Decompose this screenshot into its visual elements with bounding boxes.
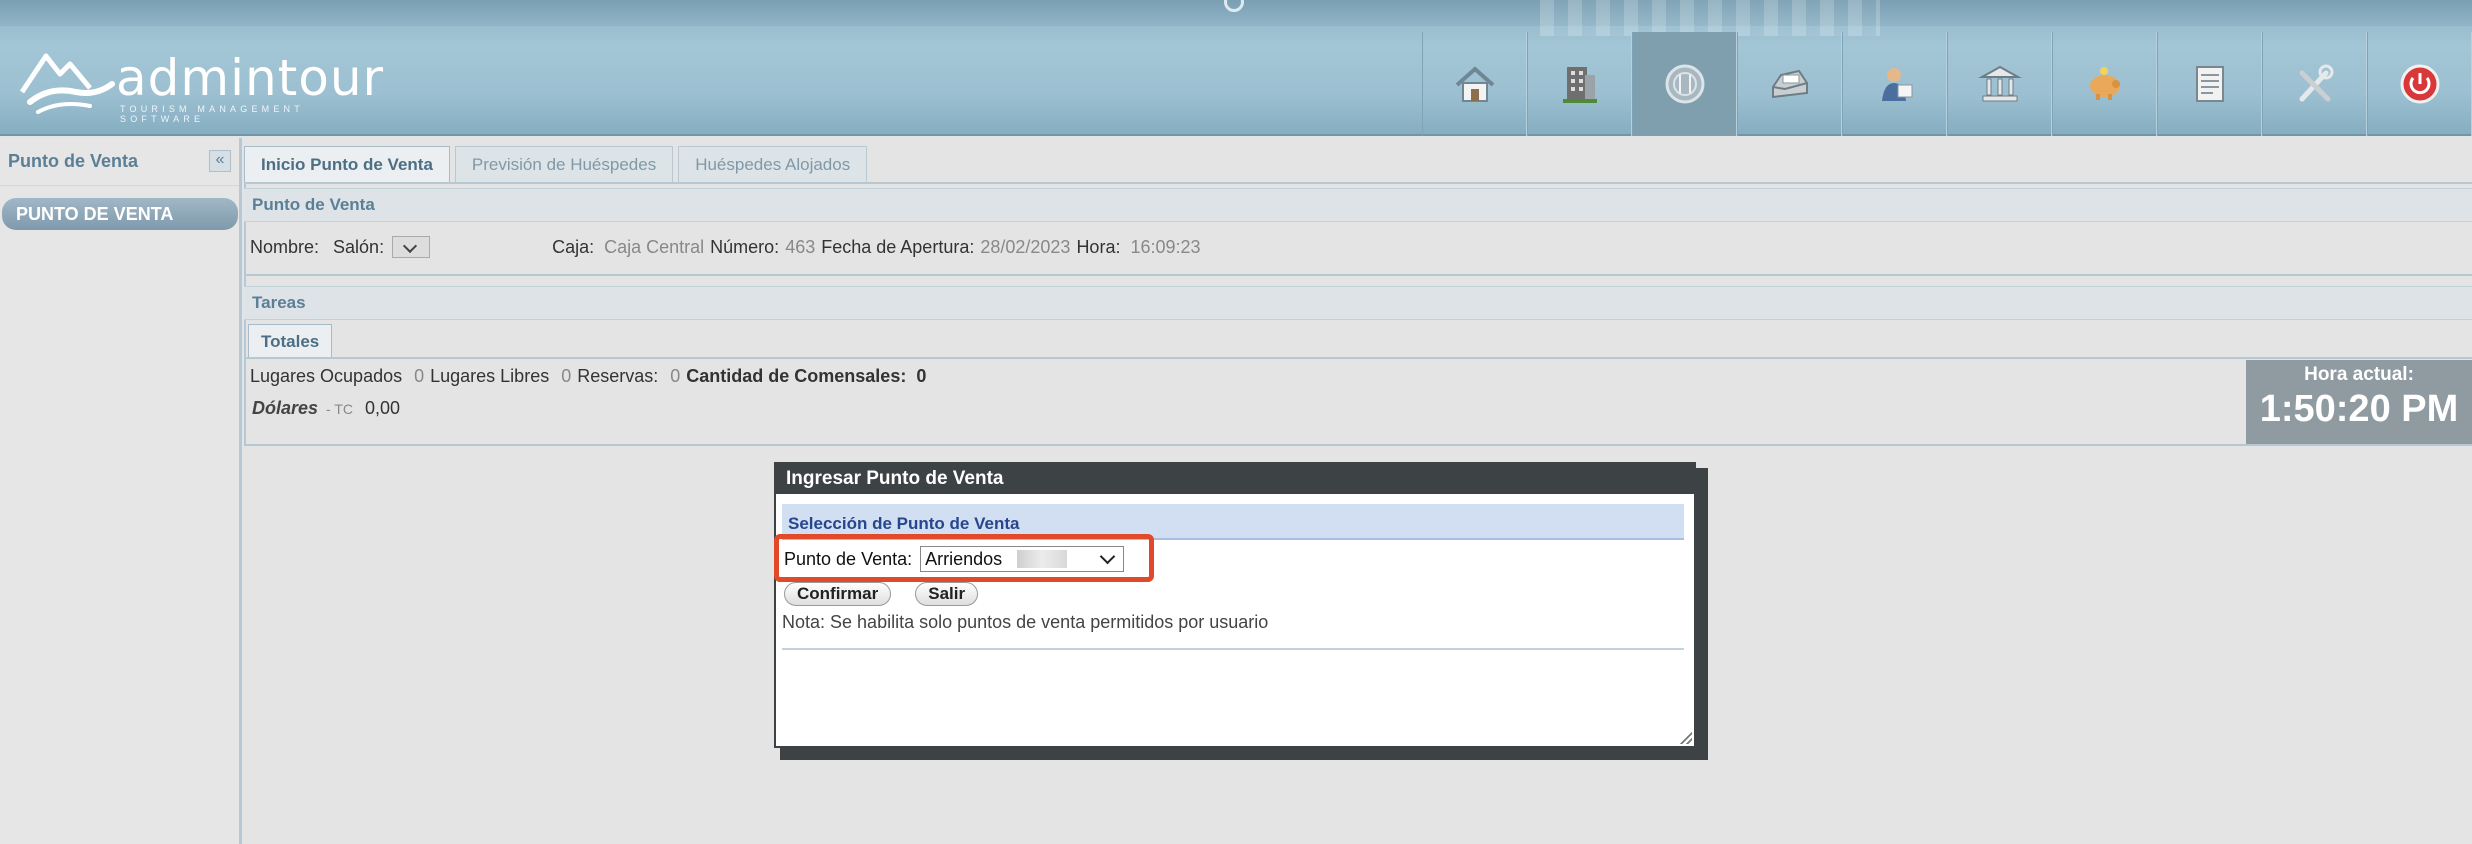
redacted-text	[1017, 550, 1068, 568]
sidebar: Punto de Venta « PUNTO DE VENTA	[0, 138, 242, 844]
bank-icon	[1977, 65, 2022, 102]
hora-value: 16:09:23	[1130, 236, 1201, 257]
logo-text: admintour	[116, 49, 385, 107]
mountain-logo-icon	[20, 53, 115, 114]
punto-venta-field-label: Punto de Venta:	[784, 548, 913, 569]
fecha-apertura-label: Fecha de Apertura:	[821, 236, 975, 257]
sidebar-header: Punto de Venta	[0, 138, 239, 186]
person-icon	[1881, 68, 1912, 101]
sidebar-item-punto-de-venta[interactable]: PUNTO DE VENTA	[2, 198, 238, 230]
salon-select[interactable]	[392, 236, 431, 258]
lugares-libres-value: 0	[561, 366, 572, 386]
admintour-logo: admintour TOURISM MANAGEMENT SOFTWARE	[20, 48, 383, 124]
logo-subtitle: TOURISM MANAGEMENT SOFTWARE	[120, 104, 304, 124]
exit-button[interactable]: Salir	[915, 582, 979, 606]
fecha-apertura-value: 28/02/2023	[980, 236, 1071, 257]
lugares-ocupados-label: Lugares Ocupados	[250, 366, 403, 386]
piggy-bank-icon	[2089, 67, 2120, 100]
divider	[244, 274, 2472, 276]
totals-row: Lugares Ocupados 0 Lugares Libres 0 Rese…	[250, 366, 926, 387]
salon-label: Salón:	[333, 236, 385, 257]
nav-dining-button[interactable]	[1632, 32, 1737, 136]
divider	[244, 357, 2472, 359]
punto-venta-select[interactable]: Arriendos	[920, 546, 1125, 572]
nav-reports-button[interactable]	[2157, 32, 2262, 136]
tab-bar: Inicio Punto de Venta Previsión de Huésp…	[244, 146, 872, 186]
dining-icon	[1665, 64, 1704, 104]
ingresar-punto-venta-dialog: Ingresar Punto de Venta Selección de Pun…	[774, 462, 1696, 748]
nav-logout-button[interactable]	[2367, 32, 2472, 136]
tc-value: 0,00	[365, 398, 401, 418]
header-decoration	[1540, 0, 1880, 36]
dialog-section-title: Selección de Punto de Venta	[782, 504, 1684, 540]
sidebar-title: Punto de Venta	[8, 151, 139, 171]
lugares-ocupados-value: 0	[414, 366, 425, 386]
tray-icon	[1771, 69, 1808, 99]
caja-value: Caja Central	[604, 236, 705, 257]
punto-venta-section-title: Punto de Venta	[244, 188, 2472, 222]
tc-label: - TC	[326, 401, 354, 417]
dialog-buttons: Confirmar Salir	[784, 582, 1002, 606]
current-time-panel: Hora actual: 1:50:20 PM	[2246, 360, 2472, 444]
tareas-section-title: Tareas	[244, 286, 2472, 320]
numero-value: 463	[785, 236, 816, 257]
dialog-note: Nota: Se habilita solo puntos de venta p…	[782, 612, 1269, 632]
resize-handle-icon[interactable]	[1680, 732, 1692, 744]
document-icon	[2195, 66, 2224, 102]
tools-icon	[2299, 64, 2333, 102]
divider	[244, 444, 2472, 446]
reservas-label: Reservas:	[577, 366, 659, 386]
chevron-down-icon	[1099, 548, 1116, 565]
current-time-value: 1:50:20 PM	[2259, 388, 2459, 430]
lugares-libres-label: Lugares Libres	[430, 366, 550, 386]
dolares-label: Dólares	[252, 398, 319, 418]
caja-label: Caja:	[552, 236, 595, 257]
dialog-title[interactable]: Ingresar Punto de Venta	[776, 464, 1694, 494]
divider	[244, 182, 2472, 184]
main-nav	[1422, 32, 2472, 136]
power-icon	[2400, 64, 2439, 104]
nombre-label: Nombre:	[250, 236, 320, 257]
hora-label: Hora:	[1076, 236, 1121, 257]
confirm-button[interactable]: Confirmar	[784, 582, 892, 606]
nav-inbox-button[interactable]	[1737, 32, 1842, 136]
tab-inicio-punto-de-venta[interactable]: Inicio Punto de Venta	[244, 146, 450, 182]
nav-savings-button[interactable]	[2052, 32, 2157, 136]
nav-clients-button[interactable]	[1842, 32, 1947, 136]
tab-huespedes-alojados[interactable]: Huéspedes Alojados	[678, 146, 868, 182]
nav-tools-button[interactable]	[2262, 32, 2367, 136]
sidebar-collapse-icon[interactable]: «	[209, 150, 231, 172]
numero-label: Número:	[710, 236, 780, 257]
nav-home-button[interactable]	[1422, 32, 1527, 136]
punto-venta-selected-value: Arriendos	[925, 549, 1003, 569]
building-icon	[1562, 67, 1597, 103]
nav-hotel-button[interactable]	[1527, 32, 1632, 136]
punto-venta-field-row: Punto de Venta: Arriendos	[774, 534, 1154, 582]
current-time-label: Hora actual:	[2304, 364, 2414, 385]
punto-venta-info-row: Nombre: Salón: Caja: Caja Central Número…	[250, 236, 1207, 258]
app-header: admintour TOURISM MANAGEMENT SOFTWARE	[0, 0, 2472, 136]
tab-totales[interactable]: Totales	[248, 324, 333, 358]
home-icon	[1455, 66, 1494, 102]
comensales-value: 0	[916, 366, 927, 386]
tab-prevision-huespedes[interactable]: Previsión de Huéspedes	[454, 146, 674, 182]
divider	[782, 648, 1684, 650]
comensales-label: Cantidad de Comensales:	[686, 366, 907, 386]
nav-bank-button[interactable]	[1947, 32, 2052, 136]
dolares-row: Dólares - TC 0,00	[252, 398, 400, 419]
reservas-value: 0	[670, 366, 681, 386]
